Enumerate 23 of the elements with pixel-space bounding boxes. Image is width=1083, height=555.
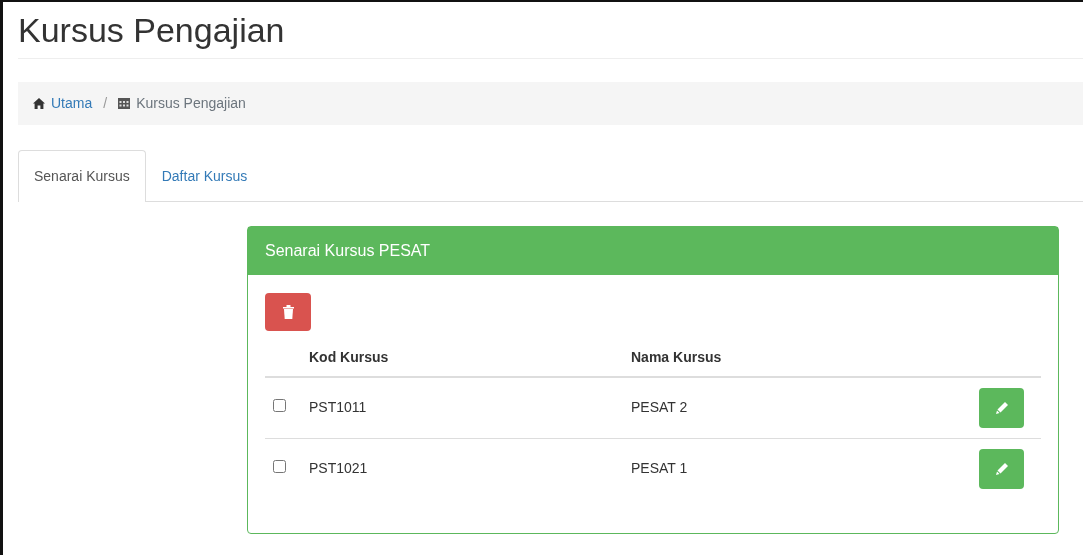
- tab[interactable]: Daftar Kursus: [145, 149, 264, 202]
- breadcrumb-separator: /: [102, 93, 109, 113]
- edit-button[interactable]: [979, 387, 1024, 428]
- table-cell: PESAT 1: [623, 438, 971, 499]
- trash-icon: [282, 304, 294, 319]
- delete-button[interactable]: [265, 292, 311, 331]
- table-cell: PST1021: [301, 438, 623, 499]
- panel-heading: Senarai Kursus PESAT: [248, 226, 1058, 275]
- row-checkbox[interactable]: [273, 399, 286, 413]
- edit-button[interactable]: [979, 448, 1024, 489]
- tab[interactable]: Senarai Kursus: [18, 149, 146, 202]
- row-checkbox[interactable]: [273, 460, 286, 474]
- calendar-icon: [118, 97, 131, 110]
- page-title: Kursus Pengajian: [18, 10, 286, 51]
- table-cell: PST1011: [301, 376, 623, 439]
- column-header: Nama Kursus: [623, 338, 971, 377]
- pencil-icon: [995, 462, 1008, 475]
- column-header: Kod Kursus: [301, 338, 623, 377]
- home-icon: [33, 97, 45, 109]
- breadcrumb-current: Kursus Pengajian: [136, 93, 246, 113]
- breadcrumb-link[interactable]: Utama: [51, 92, 93, 114]
- table-cell: PESAT 2: [623, 376, 971, 439]
- pencil-icon: [995, 401, 1008, 414]
